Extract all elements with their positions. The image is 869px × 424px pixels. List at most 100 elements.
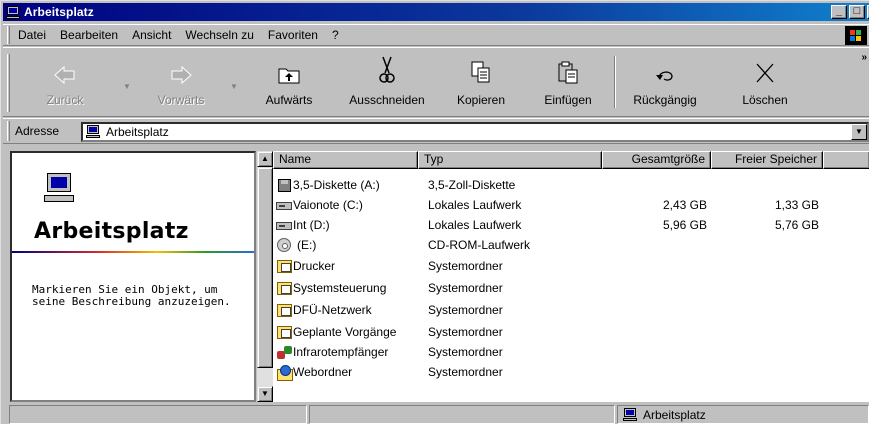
back-dropdown-icon[interactable]: ▼ bbox=[123, 82, 131, 91]
back-arrow-icon bbox=[54, 54, 76, 84]
paste-button[interactable]: Einfügen bbox=[537, 54, 599, 114]
item-type: Lokales Laufwerk bbox=[428, 218, 522, 232]
list-item[interactable]: DFÜ-Netzwerk Systemordner bbox=[273, 301, 869, 320]
forward-dropdown-icon[interactable]: ▼ bbox=[230, 82, 238, 91]
item-type: Systemordner bbox=[428, 281, 503, 295]
column-header-type[interactable]: Typ bbox=[418, 151, 602, 169]
menu-help[interactable]: ? bbox=[326, 28, 345, 42]
list-item[interactable]: Geplante Vorgänge Systemordner bbox=[273, 323, 869, 342]
menu-wechseln-zu[interactable]: Wechseln zu bbox=[179, 28, 259, 42]
item-name: Vaionote (C:) bbox=[293, 198, 363, 212]
info-pane-title: Arbeitsplatz bbox=[34, 219, 189, 244]
item-type: Lokales Laufwerk bbox=[428, 198, 522, 212]
infrared-icon bbox=[276, 344, 292, 360]
vertical-scrollbar[interactable]: ▲ ▼ bbox=[257, 151, 273, 402]
column-header-name[interactable]: Name bbox=[273, 151, 418, 169]
address-label: Adresse bbox=[15, 124, 60, 138]
list-item[interactable]: 3,5-Diskette (A:) 3,5-Zoll-Diskette bbox=[273, 176, 869, 195]
windows-logo-icon bbox=[845, 26, 867, 45]
item-type: Systemordner bbox=[428, 365, 503, 379]
item-name: (E:) bbox=[297, 238, 317, 252]
item-free-space: 5,76 GB bbox=[774, 218, 819, 232]
item-type: Systemordner bbox=[428, 303, 503, 317]
cut-button[interactable]: Ausschneiden bbox=[344, 54, 430, 114]
item-name: Int (D:) bbox=[293, 218, 330, 232]
scroll-up-button[interactable]: ▲ bbox=[257, 151, 273, 167]
copy-label: Kopieren bbox=[456, 93, 506, 107]
item-type: 3,5-Zoll-Diskette bbox=[428, 178, 516, 192]
minimize-button[interactable]: _ bbox=[831, 5, 847, 19]
web-folder-icon bbox=[276, 364, 293, 381]
cdrom-icon bbox=[276, 237, 292, 253]
item-name: Webordner bbox=[293, 365, 353, 379]
address-field[interactable]: Arbeitsplatz ▼ bbox=[81, 122, 869, 142]
list-item[interactable]: Vaionote (C:) Lokales Laufwerk 2,43 GB 1… bbox=[273, 196, 869, 215]
info-pane-description: Markieren Sie ein Objekt, um seine Besch… bbox=[32, 283, 231, 308]
up-folder-icon bbox=[277, 54, 301, 84]
item-type: Systemordner bbox=[428, 345, 503, 359]
computer-icon bbox=[86, 125, 102, 139]
item-type: Systemordner bbox=[428, 259, 503, 273]
list-item[interactable]: (E:) CD-ROM-Laufwerk bbox=[273, 236, 869, 255]
address-value: Arbeitsplatz bbox=[106, 125, 169, 139]
maximize-button[interactable]: □ bbox=[849, 5, 865, 19]
scissors-icon bbox=[377, 54, 397, 84]
status-panel-main bbox=[9, 405, 307, 424]
paste-icon bbox=[557, 54, 579, 84]
computer-icon bbox=[623, 408, 637, 421]
up-button[interactable]: Aufwärts bbox=[259, 54, 319, 114]
address-grip[interactable] bbox=[7, 121, 10, 141]
menu-datei[interactable]: Datei bbox=[12, 28, 52, 42]
title-bar[interactable]: Arbeitsplatz _ □ × bbox=[3, 3, 869, 21]
column-header-free-space[interactable]: Freier Speicher bbox=[711, 151, 823, 169]
item-name: DFÜ-Netzwerk bbox=[293, 303, 372, 317]
forward-button[interactable]: Vorwärts bbox=[151, 54, 211, 114]
printers-folder-icon bbox=[276, 258, 292, 274]
hard-drive-icon bbox=[276, 197, 292, 213]
item-name: 3,5-Diskette (A:) bbox=[293, 178, 380, 192]
list-item[interactable]: Int (D:) Lokales Laufwerk 5,96 GB 5,76 G… bbox=[273, 216, 869, 235]
menu-ansicht[interactable]: Ansicht bbox=[126, 28, 177, 42]
item-type: Systemordner bbox=[428, 325, 503, 339]
toolbar-grip[interactable] bbox=[7, 54, 10, 112]
delete-button[interactable]: Löschen bbox=[735, 54, 795, 114]
menu-favoriten[interactable]: Favoriten bbox=[262, 28, 324, 42]
menu-bearbeiten[interactable]: Bearbeiten bbox=[54, 28, 124, 42]
info-pane-divider bbox=[12, 251, 254, 253]
scroll-down-button[interactable]: ▼ bbox=[257, 386, 273, 402]
scheduled-tasks-folder-icon bbox=[276, 324, 292, 340]
item-total-size: 2,43 GB bbox=[662, 198, 707, 212]
column-header-total-size[interactable]: Gesamtgröße bbox=[602, 151, 711, 169]
scroll-thumb[interactable] bbox=[257, 167, 273, 368]
copy-icon bbox=[470, 54, 492, 84]
list-item[interactable]: Systemsteuerung Systemordner bbox=[273, 279, 869, 298]
toolbar-overflow-chevron-icon[interactable]: » bbox=[861, 52, 867, 63]
item-total-size: 5,96 GB bbox=[662, 218, 707, 232]
copy-button[interactable]: Kopieren bbox=[451, 54, 511, 114]
undo-button[interactable]: Rückgängig bbox=[627, 54, 703, 114]
item-name: Infrarotempfänger bbox=[293, 345, 389, 359]
undo-icon bbox=[654, 54, 676, 84]
status-panel-middle bbox=[309, 405, 615, 424]
back-button[interactable]: Zurück bbox=[38, 54, 92, 114]
status-location-text: Arbeitsplatz bbox=[643, 408, 706, 422]
column-header-empty bbox=[823, 151, 869, 169]
status-bar: Arbeitsplatz bbox=[3, 404, 869, 424]
delete-x-icon bbox=[755, 54, 775, 84]
cut-label: Ausschneiden bbox=[349, 93, 425, 107]
undo-label: Rückgängig bbox=[633, 93, 697, 107]
control-panel-folder-icon bbox=[276, 280, 292, 296]
menu-grip[interactable] bbox=[7, 26, 10, 44]
address-dropdown-button[interactable]: ▼ bbox=[851, 124, 867, 140]
list-item[interactable]: Webordner Systemordner bbox=[273, 363, 869, 382]
forward-arrow-icon bbox=[170, 54, 192, 84]
list-item[interactable]: Drucker Systemordner bbox=[273, 257, 869, 276]
status-panel-location: Arbeitsplatz bbox=[617, 405, 869, 424]
explorer-window: Arbeitsplatz _ □ × Datei Bearbeiten Ansi… bbox=[0, 0, 869, 424]
list-item[interactable]: Infrarotempfänger Systemordner bbox=[273, 343, 869, 362]
item-free-space: 1,33 GB bbox=[774, 198, 819, 212]
floppy-icon bbox=[276, 177, 292, 193]
item-type: CD-ROM-Laufwerk bbox=[428, 238, 531, 252]
address-bar: Adresse Arbeitsplatz ▼ bbox=[3, 118, 869, 144]
file-list: Name Typ Gesamtgröße Freier Speicher 3,5… bbox=[273, 151, 869, 402]
